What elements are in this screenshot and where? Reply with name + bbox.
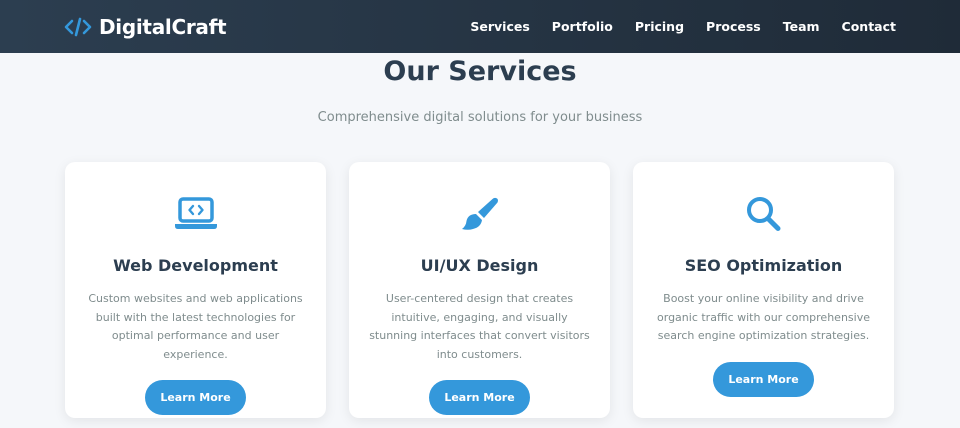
learn-more-button-web-development[interactable]: Learn More [145, 380, 246, 415]
brand-name: DigitalCraft [99, 14, 227, 39]
card-description: Boost your online visibility and drive o… [657, 292, 870, 342]
card-title: Web Development [113, 256, 278, 275]
card-description: Custom websites and web applications bui… [88, 292, 303, 361]
nav-link-process[interactable]: Process [706, 19, 761, 34]
navbar: DigitalCraft Services Portfolio Pricing … [0, 0, 960, 53]
nav-link-portfolio[interactable]: Portfolio [552, 19, 613, 34]
service-card-seo-optimization: SEO Optimization Boost your online visib… [633, 162, 894, 418]
card-description: User-centered design that creates intuit… [369, 292, 590, 361]
brand-logo[interactable]: DigitalCraft [64, 14, 227, 39]
service-card-ui-ux-design: UI/UX Design User-centered design that c… [349, 162, 610, 418]
paintbrush-icon [460, 196, 500, 232]
card-title: UI/UX Design [420, 256, 539, 275]
services-title: Our Services [383, 56, 577, 87]
service-card-web-development: Web Development Custom websites and web … [65, 162, 326, 418]
search-icon [745, 196, 783, 232]
nav-link-team[interactable]: Team [783, 19, 820, 34]
nav-link-services[interactable]: Services [470, 19, 529, 34]
nav-menu: Services Portfolio Pricing Process Team … [470, 19, 896, 34]
learn-more-button-ui-ux-design[interactable]: Learn More [429, 380, 530, 415]
nav-link-contact[interactable]: Contact [842, 19, 896, 34]
code-icon [64, 16, 92, 38]
services-cards: Web Development Custom websites and web … [65, 162, 894, 418]
nav-link-pricing[interactable]: Pricing [635, 19, 684, 34]
laptop-code-icon [174, 196, 218, 232]
services-subtitle: Comprehensive digital solutions for your… [317, 110, 643, 125]
learn-more-button-seo-optimization[interactable]: Learn More [713, 361, 814, 397]
card-title: SEO Optimization [684, 256, 843, 275]
